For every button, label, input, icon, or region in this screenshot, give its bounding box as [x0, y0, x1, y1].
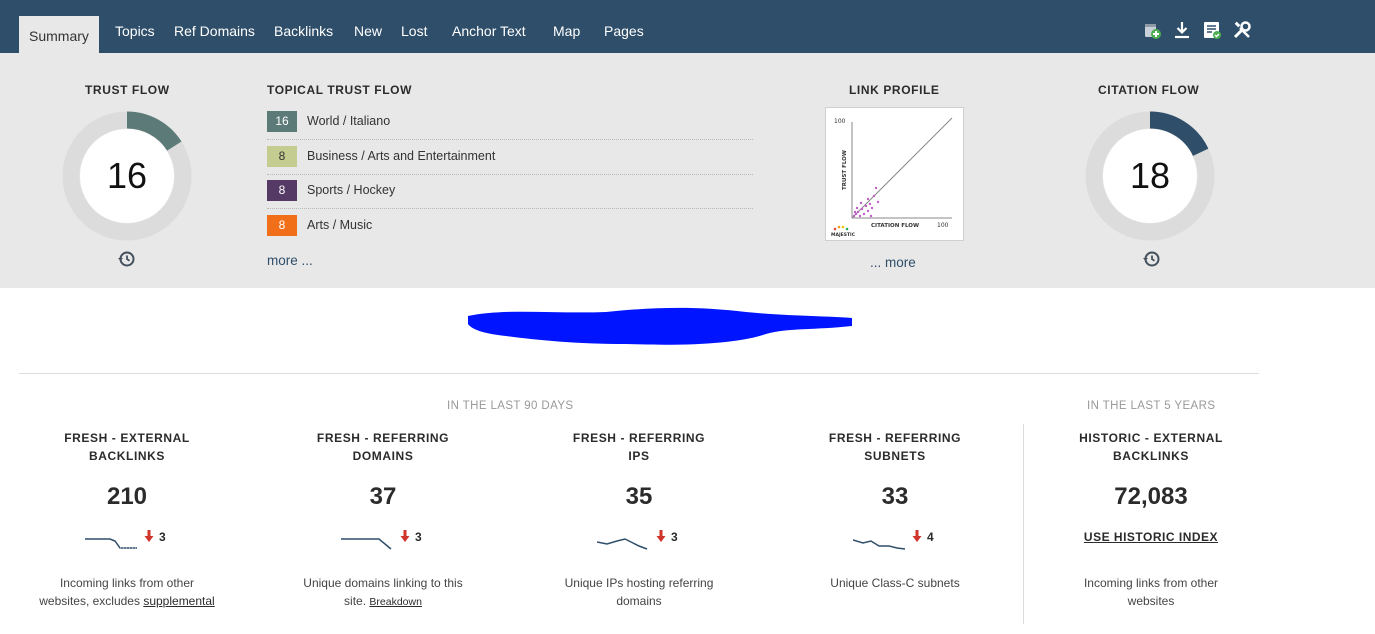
- topic-row[interactable]: 16 World / Italiano: [267, 111, 753, 140]
- fresh-backlinks-desc: Incoming links from other websites, exclu…: [39, 576, 215, 608]
- y-axis-label: TRUST FLOW: [842, 150, 848, 190]
- fresh-backlinks-title: FRESH - EXTERNAL BACKLINKS: [64, 431, 190, 463]
- fresh-subnets-title: FRESH - REFERRING SUBNETS: [828, 431, 962, 463]
- top-nav-bar: Summary Topics Ref Domains Backlinks New…: [0, 0, 1375, 53]
- tab-lost[interactable]: Lost: [401, 22, 427, 40]
- topical-trust-flow-title: TOPICAL TRUST FLOW: [267, 83, 413, 97]
- tab-topics[interactable]: Topics: [115, 22, 155, 40]
- down-arrow-icon: [912, 530, 922, 542]
- tab-summary[interactable]: Summary: [19, 16, 99, 53]
- down-arrow-icon: [400, 530, 410, 542]
- down-arrow-icon: [656, 530, 666, 542]
- topic-label[interactable]: Sports / Hockey: [307, 183, 395, 197]
- fresh-subnets-value[interactable]: 33: [790, 483, 1000, 511]
- tab-new[interactable]: New: [354, 22, 382, 40]
- topic-label[interactable]: World / Italiano: [307, 114, 390, 128]
- x-axis-label: CITATION FLOW: [871, 223, 919, 229]
- tab-pages[interactable]: Pages: [604, 22, 644, 40]
- link-profile-more-link[interactable]: ... more: [870, 255, 916, 270]
- citation-flow-title: CITATION FLOW: [1098, 83, 1200, 97]
- fresh-domains-sparkline: [341, 528, 395, 552]
- trust-flow-title: TRUST FLOW: [85, 83, 170, 97]
- down-arrow-icon: [144, 530, 154, 542]
- topic-label[interactable]: Arts / Music: [307, 218, 372, 232]
- historic-backlinks-value[interactable]: 72,083: [1046, 483, 1256, 511]
- fresh-ips-value[interactable]: 35: [534, 483, 744, 511]
- fresh-domains-title: FRESH - REFERRING DOMAINS: [316, 431, 450, 463]
- fresh-ips-delta: 3: [671, 530, 678, 544]
- fresh-subnets-sparkline: [853, 528, 907, 552]
- report-icon[interactable]: [1202, 20, 1222, 42]
- fresh-backlinks-delta: 3: [159, 530, 166, 544]
- historic-backlinks-desc: Incoming links from other websites: [1083, 576, 1219, 608]
- breakdown-link[interactable]: Breakdown: [369, 596, 422, 608]
- topic-label[interactable]: Business / Arts and Entertainment: [307, 149, 495, 163]
- fresh-backlinks-sparkline: [85, 528, 139, 552]
- historic-divider: [1023, 424, 1024, 624]
- topic-row[interactable]: 8 Sports / Hockey: [267, 180, 753, 209]
- period-recent-label: IN THE LAST 90 DAYS: [447, 400, 574, 412]
- period-historic-label: IN THE LAST 5 YEARS: [1087, 400, 1216, 412]
- supplemental-link[interactable]: supplemental: [143, 594, 214, 608]
- fresh-ips-desc: Unique IPs hosting referring domains: [564, 576, 714, 608]
- historic-backlinks-title: HISTORIC - EXTERNAL BACKLINKS: [1079, 431, 1223, 463]
- trust-flow-value: 16: [106, 155, 148, 196]
- tab-anchor-text[interactable]: Anchor Text: [452, 22, 526, 40]
- section-divider: [19, 373, 1259, 374]
- tools-icon[interactable]: [1232, 20, 1252, 42]
- download-icon[interactable]: [1172, 20, 1192, 42]
- fresh-subnets-desc: Unique Class-C subnets: [830, 576, 960, 590]
- citation-flow-value: 18: [1129, 155, 1171, 196]
- fresh-domains-delta: 3: [415, 530, 422, 544]
- topic-row[interactable]: 8 Arts / Music: [267, 215, 753, 237]
- fresh-subnets-delta: 4: [927, 530, 934, 544]
- add-to-bucket-icon[interactable]: [1142, 20, 1162, 42]
- y-axis-max-label: 100: [834, 118, 846, 125]
- trust-flow-history-icon[interactable]: [117, 250, 135, 268]
- topic-score-badge: 16: [267, 111, 297, 132]
- topic-row[interactable]: 8 Business / Arts and Entertainment: [267, 146, 753, 175]
- citation-flow-gauge[interactable]: 18: [1085, 111, 1215, 241]
- redacted-domain: [466, 304, 854, 348]
- fresh-ips-sparkline: [597, 528, 651, 552]
- citation-flow-history-icon[interactable]: [1142, 250, 1160, 268]
- fresh-domains-value[interactable]: 37: [278, 483, 488, 511]
- majestic-logo: MAJESTIC: [831, 225, 856, 238]
- fresh-ips-title: FRESH - REFERRING IPS: [572, 431, 706, 463]
- topic-score-badge: 8: [267, 180, 297, 201]
- link-profile-title: LINK PROFILE: [849, 83, 940, 97]
- fresh-backlinks-value[interactable]: 210: [22, 483, 232, 511]
- topic-score-badge: 8: [267, 146, 297, 167]
- link-profile-chart[interactable]: 100 100 CITATION FLOW TRUST FLOW MAJESTI…: [825, 107, 964, 241]
- x-axis-max-label: 100: [937, 222, 949, 229]
- topics-more-link[interactable]: more ...: [267, 253, 313, 268]
- topic-score-badge: 8: [267, 215, 297, 236]
- tab-backlinks[interactable]: Backlinks: [274, 22, 333, 40]
- fresh-domains-desc: Unique domains linking to this site. Brea…: [303, 576, 463, 608]
- use-historic-index-link[interactable]: USE HISTORIC INDEX: [1046, 530, 1256, 544]
- tab-map[interactable]: Map: [553, 22, 580, 40]
- tab-ref-domains[interactable]: Ref Domains: [174, 22, 255, 40]
- svg-text:MAJESTIC: MAJESTIC: [831, 232, 856, 238]
- trust-flow-gauge[interactable]: 16: [62, 111, 192, 241]
